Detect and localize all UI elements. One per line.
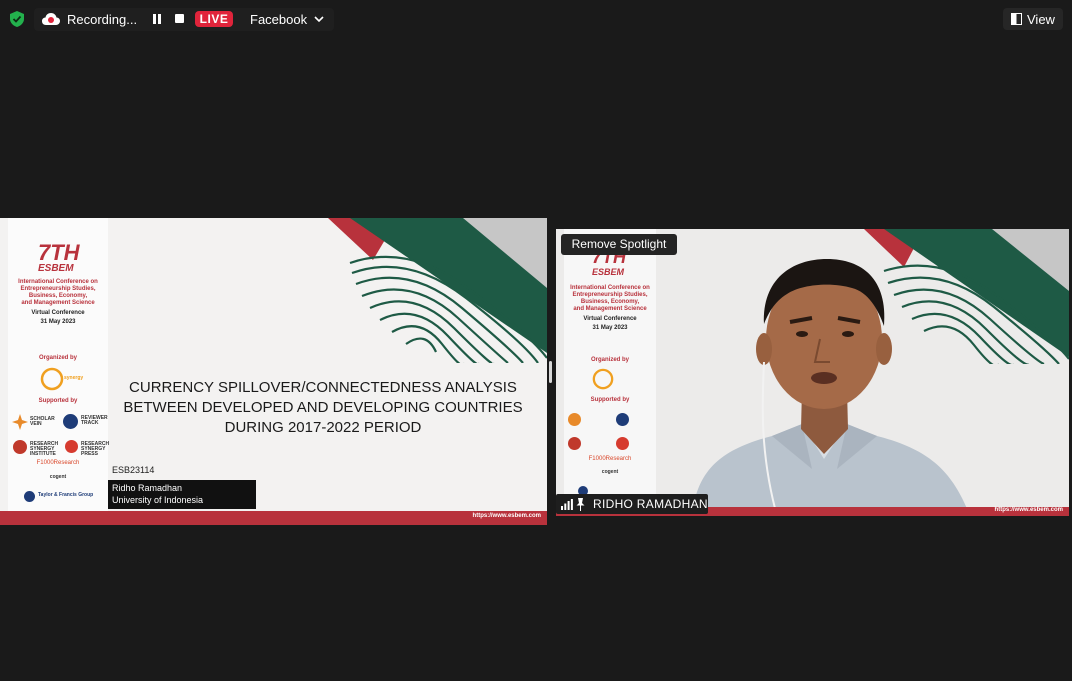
conference-mode: Virtual Conference	[31, 310, 85, 316]
cogent-logo-text: cogent	[49, 474, 67, 480]
live-platform-label[interactable]: Facebook	[250, 12, 307, 27]
video-bg-organized-label: Organized by	[590, 357, 629, 363]
video-bg-cogent-text: cogent	[601, 469, 619, 475]
shared-screen-slide[interactable]: 7TH ESBEM International Conference on En…	[0, 218, 547, 525]
live-badge[interactable]: LIVE	[195, 11, 233, 27]
video-background-url: https://www.esbem.com	[994, 507, 1063, 513]
recording-status: Recording...	[67, 12, 138, 27]
conference-date: 31 May 2023	[40, 319, 76, 325]
video-bg-organizer-logo-icon	[592, 368, 614, 390]
panel-resize-handle[interactable]	[549, 361, 552, 383]
stop-recording-button[interactable]	[175, 14, 184, 23]
slide-corner-decoration	[328, 218, 547, 363]
spotlight-pin-icon	[576, 498, 585, 511]
remove-spotlight-button[interactable]: Remove Spotlight	[561, 234, 677, 255]
organizer-logo-icon	[40, 367, 64, 391]
video-bg-f1000-text: F1000Research	[588, 456, 632, 462]
video-bg-conference-line: International Conference on	[570, 285, 650, 291]
organizer-logo-text: synergy	[64, 375, 84, 381]
research-synergy-press-logo-icon	[65, 440, 78, 453]
f1000-logo-text: F1000Research	[36, 460, 80, 466]
video-bg-conference-line: Entrepreneurship Studies,	[572, 292, 648, 298]
slide-url: https://www.esbem.com	[472, 513, 541, 519]
taylor-francis-logo-text: Taylor & Francis Group	[38, 492, 94, 498]
connection-signal-icon	[561, 499, 573, 510]
video-bg-supported-label: Supported by	[590, 397, 630, 403]
view-layout-icon	[1011, 13, 1022, 25]
conference-line: Entrepreneurship Studies,	[20, 286, 96, 292]
research-synergy-institute-logo-text: RESEARCH SYNERGY INSTITUTE	[30, 441, 59, 457]
conference-line: International Conference on	[18, 279, 98, 285]
research-synergy-press-logo-text: RESEARCH SYNERGY PRESS	[81, 441, 110, 457]
participant-name: RIDHO RAMADHAN	[593, 497, 708, 511]
supported-by-label: Supported by	[38, 398, 78, 404]
video-bg-conference-date: 31 May 2023	[592, 325, 628, 331]
paper-code: ESB23114	[112, 465, 155, 475]
slide-footer-bar	[0, 511, 547, 525]
video-bg-conference-mode: Virtual Conference	[583, 316, 637, 322]
author-institution: University of Indonesia	[112, 495, 204, 505]
scholar-vein-logo-icon	[12, 414, 28, 430]
research-synergy-institute-logo-icon	[13, 440, 27, 454]
view-button-label: View	[1027, 12, 1055, 27]
video-bg-sponsor-logo-icon	[568, 437, 581, 450]
slide-title-line: DURING 2017-2022 PERIOD	[224, 419, 422, 436]
video-bg-sponsor-logo-icon	[568, 413, 581, 426]
video-bg-conference-line: Business, Economy,	[580, 299, 640, 305]
scholar-vein-logo-text: SCHOLAR VEIN	[30, 416, 55, 427]
video-bg-sponsor-logo-icon	[616, 437, 629, 450]
conference-line: and Management Science	[21, 300, 95, 306]
reviewer-track-logo-icon	[63, 414, 78, 429]
video-bg-sponsor-logo-icon	[616, 413, 629, 426]
security-shield-icon[interactable]	[9, 11, 25, 27]
taylor-francis-logo-icon	[24, 491, 35, 502]
slide-title-line: CURRENCY SPILLOVER/CONNECTEDNESS ANALYSI…	[129, 379, 517, 396]
reviewer-track-logo-text: REVIEWER TRACK	[81, 415, 108, 426]
organized-by-label: Organized by	[38, 355, 77, 361]
meeting-top-bar: Recording... LIVE Facebook View	[0, 0, 1072, 38]
speaker-video-tile[interactable]: 7TH ESBEM International Conference on En…	[556, 229, 1069, 516]
speaker-person	[692, 259, 970, 516]
pause-recording-button[interactable]	[153, 14, 161, 24]
conference-name: ESBEM	[38, 263, 74, 274]
video-bg-conference-line: and Management Science	[573, 306, 647, 312]
chevron-down-icon[interactable]	[314, 15, 324, 23]
author-name: Ridho Ramadhan	[112, 483, 183, 493]
slide-title: CURRENCY SPILLOVER/CONNECTEDNESS ANALYSI…	[108, 378, 538, 438]
cloud-recording-icon	[42, 13, 60, 25]
video-bg-conference-name: ESBEM	[592, 267, 625, 277]
conference-line: Business, Economy,	[28, 293, 88, 299]
slide-title-line: BETWEEN DEVELOPED AND DEVELOPING COUNTRI…	[123, 399, 523, 416]
